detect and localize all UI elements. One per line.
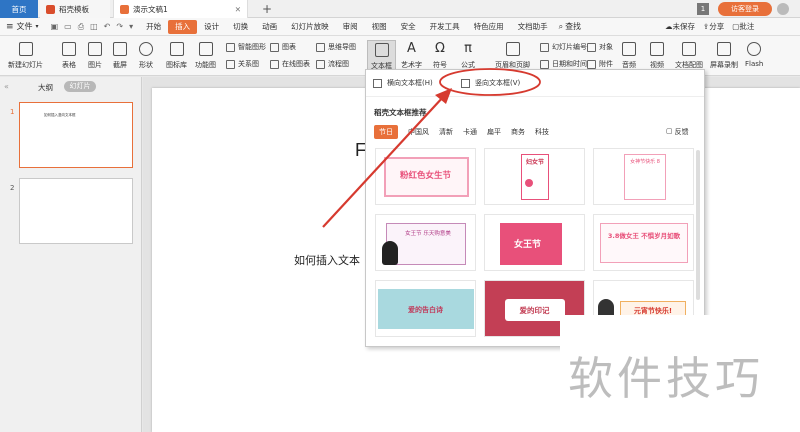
highlight-ellipse [439, 68, 541, 96]
watermark: 软件技巧 [560, 315, 800, 432]
watermark-text: 软件技巧 [568, 352, 765, 405]
annotation-arrow-line [322, 95, 445, 228]
